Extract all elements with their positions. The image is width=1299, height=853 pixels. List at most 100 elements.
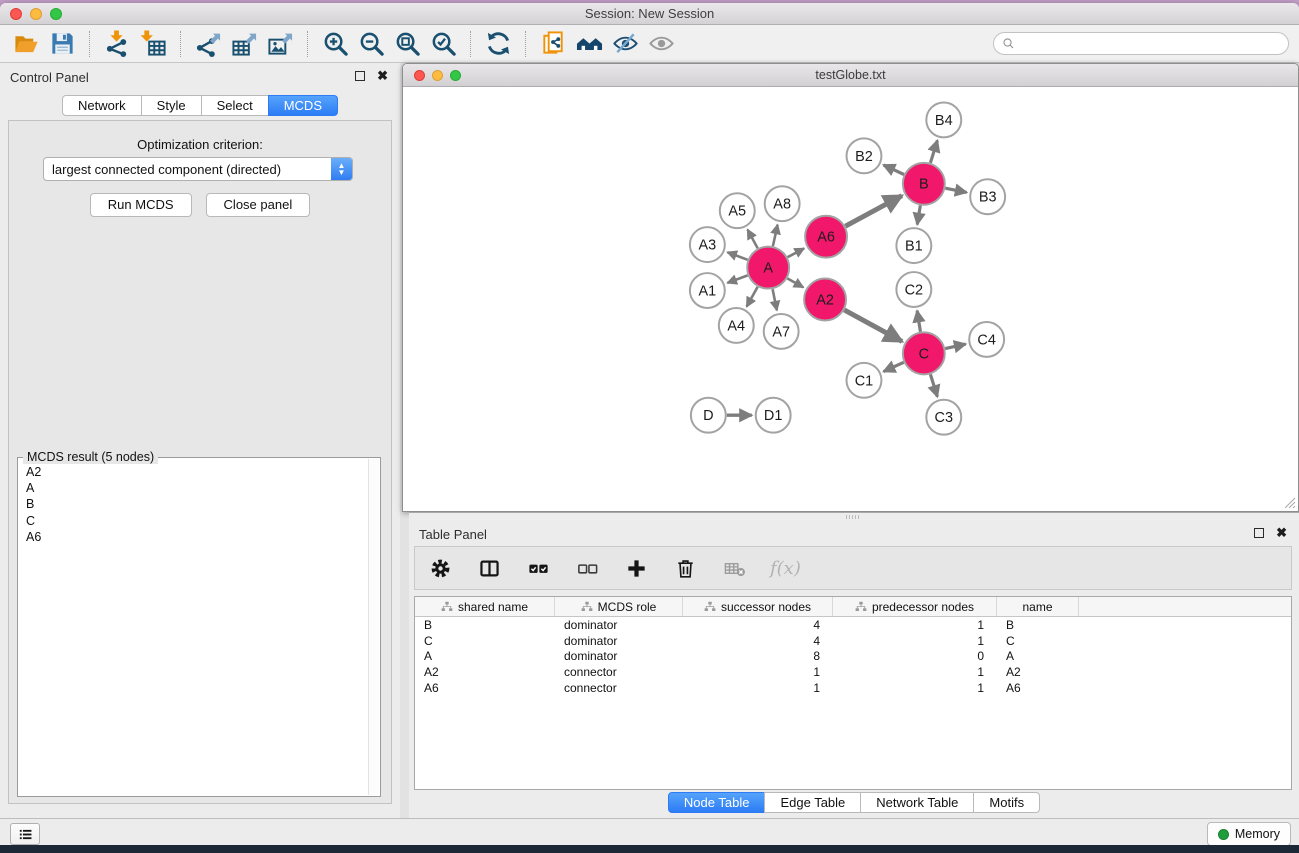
- close-table-panel-icon[interactable]: ✖: [1276, 528, 1287, 538]
- function-builder-button[interactable]: f(x): [770, 558, 801, 579]
- import-network-from-file-button[interactable]: [99, 28, 135, 60]
- table-row[interactable]: A2connector11A2: [415, 664, 1291, 680]
- result-list-scrollbar[interactable]: [368, 459, 379, 795]
- delete-table-button[interactable]: [721, 555, 747, 581]
- graph-edge-A6-B[interactable]: [845, 196, 901, 227]
- graph-node-D[interactable]: D: [691, 398, 726, 433]
- import-table-from-file-button[interactable]: [135, 28, 171, 60]
- zoom-out-button[interactable]: [353, 28, 389, 60]
- graph-edge-B-B1[interactable]: [917, 205, 920, 224]
- graph-node-B[interactable]: B: [903, 163, 945, 205]
- tab-mcds[interactable]: MCDS: [268, 95, 338, 116]
- graph-node-A4[interactable]: A4: [719, 308, 754, 343]
- graph-node-C4[interactable]: C4: [969, 322, 1004, 357]
- graph-node-A8[interactable]: A8: [765, 186, 800, 221]
- graph-edge-A2-C[interactable]: [844, 310, 902, 341]
- table-row[interactable]: A6connector11A6: [415, 680, 1291, 696]
- float-table-panel-icon[interactable]: [1254, 528, 1264, 538]
- export-table-button[interactable]: [226, 28, 262, 60]
- graph-node-A7[interactable]: A7: [764, 314, 799, 349]
- zoom-selected-region-button[interactable]: [425, 28, 461, 60]
- apply-preferred-layout-button[interactable]: [480, 28, 516, 60]
- network-window-titlebar[interactable]: testGlobe.txt: [403, 64, 1298, 87]
- graph-node-A2[interactable]: A2: [804, 279, 846, 321]
- network-canvas[interactable]: B4B2BB3A8A5A6A3B1AA1C2A2A4A7C4CC1C3DD1: [404, 87, 1297, 510]
- graph-node-B3[interactable]: B3: [970, 179, 1005, 214]
- graph-edge-B-B3[interactable]: [945, 188, 966, 192]
- search-box[interactable]: [993, 32, 1289, 55]
- minimize-window-button[interactable]: [30, 8, 42, 20]
- graph-edge-C-C2[interactable]: [917, 311, 920, 332]
- close-window-button[interactable]: [10, 8, 22, 20]
- table-row[interactable]: Cdominator41C: [415, 633, 1291, 649]
- column-header-successor-nodes[interactable]: successor nodes: [683, 597, 833, 616]
- column-header-name[interactable]: name: [997, 597, 1079, 616]
- graph-node-C2[interactable]: C2: [896, 272, 931, 307]
- close-panel-button[interactable]: Close panel: [206, 193, 311, 217]
- graph-edge-A-A5[interactable]: [748, 230, 758, 249]
- zoom-window-button[interactable]: [50, 8, 62, 20]
- show-hide-panels-button[interactable]: [571, 28, 607, 60]
- network-zoom-button[interactable]: [450, 70, 461, 81]
- table-row[interactable]: Adominator80A: [415, 649, 1291, 665]
- export-image-button[interactable]: [262, 28, 298, 60]
- graph-node-A[interactable]: A: [747, 247, 789, 289]
- mcds-result-item[interactable]: A: [26, 480, 361, 496]
- hide-selected-button[interactable]: [607, 28, 643, 60]
- mcds-result-item[interactable]: A6: [26, 529, 361, 545]
- resize-grip-icon[interactable]: [1282, 495, 1296, 509]
- column-header-predecessor-nodes[interactable]: predecessor nodes: [833, 597, 997, 616]
- criterion-dropdown[interactable]: largest connected component (directed) ▲…: [43, 157, 353, 181]
- mcds-result-item[interactable]: B: [26, 496, 361, 512]
- mcds-result-item[interactable]: A2: [26, 464, 361, 480]
- show-all-button[interactable]: [643, 28, 679, 60]
- tab-network-table[interactable]: Network Table: [860, 792, 974, 813]
- mcds-result-item[interactable]: C: [26, 513, 361, 529]
- search-input[interactable]: [1020, 36, 1280, 51]
- graph-node-C1[interactable]: C1: [847, 363, 882, 398]
- graph-node-A1[interactable]: A1: [690, 273, 725, 308]
- network-minimize-button[interactable]: [432, 70, 443, 81]
- graph-edge-A-A8[interactable]: [773, 225, 778, 246]
- run-mcds-button[interactable]: Run MCDS: [90, 193, 192, 217]
- save-session-button[interactable]: [44, 28, 80, 60]
- graph-edge-C-C1[interactable]: [884, 362, 904, 371]
- memory-button[interactable]: Memory: [1207, 822, 1291, 846]
- graph-edge-A-A6[interactable]: [788, 248, 805, 257]
- close-panel-icon[interactable]: ✖: [377, 71, 388, 81]
- graph-node-C[interactable]: C: [903, 332, 945, 374]
- graph-edge-B-B4[interactable]: [930, 140, 937, 162]
- tab-motifs[interactable]: Motifs: [973, 792, 1040, 813]
- zoom-fit-content-button[interactable]: [389, 28, 425, 60]
- graph-edge-B-B2[interactable]: [883, 165, 904, 175]
- mcds-result-list[interactable]: A2ABCA6: [20, 460, 367, 794]
- tab-edge-table[interactable]: Edge Table: [764, 792, 861, 813]
- graph-edge-A-A1[interactable]: [727, 275, 747, 283]
- graph-node-C3[interactable]: C3: [926, 400, 961, 435]
- float-panel-icon[interactable]: [355, 71, 365, 81]
- graph-node-A6[interactable]: A6: [805, 216, 847, 258]
- tab-select[interactable]: Select: [201, 95, 269, 116]
- graph-node-D1[interactable]: D1: [756, 398, 791, 433]
- tab-style[interactable]: Style: [141, 95, 202, 116]
- unselect-all-columns-button[interactable]: [574, 555, 600, 581]
- clone-network-button[interactable]: [535, 28, 571, 60]
- zoom-in-button[interactable]: [317, 28, 353, 60]
- delete-columns-button[interactable]: [672, 555, 698, 581]
- open-session-button[interactable]: [8, 28, 44, 60]
- column-header-shared-name[interactable]: shared name: [415, 597, 555, 616]
- horizontal-split-divider[interactable]: [409, 512, 1299, 520]
- graph-edge-C-C3[interactable]: [930, 374, 937, 396]
- tab-network[interactable]: Network: [62, 95, 142, 116]
- graph-node-B1[interactable]: B1: [896, 228, 931, 263]
- graph-edge-A-A7[interactable]: [773, 289, 777, 310]
- show-columns-button[interactable]: [476, 555, 502, 581]
- graph-edge-A-A2[interactable]: [787, 278, 803, 287]
- task-history-button[interactable]: [10, 823, 40, 845]
- export-network-button[interactable]: [190, 28, 226, 60]
- graph-node-B2[interactable]: B2: [847, 138, 882, 173]
- graph-edge-A-A4[interactable]: [747, 287, 758, 307]
- create-new-column-button[interactable]: [623, 555, 649, 581]
- graph-node-B4[interactable]: B4: [926, 102, 961, 137]
- table-options-button[interactable]: [427, 555, 453, 581]
